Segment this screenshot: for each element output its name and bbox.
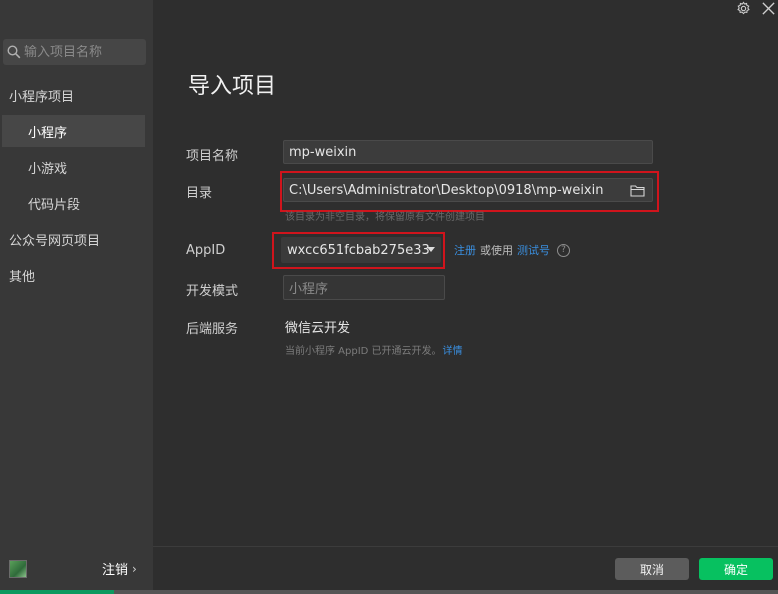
sidebar-item-minigame[interactable]: 小游戏 <box>0 151 153 183</box>
dev-mode-field: 小程序 <box>283 275 445 300</box>
project-name-input[interactable]: mp-weixin <box>283 140 653 164</box>
backend-value: 微信云开发 <box>285 321 351 336</box>
backend-hint: 当前小程序 AppID 已开通云开发。 <box>285 346 442 357</box>
avatar[interactable] <box>9 560 27 578</box>
sidebar-item-label: 小程序 <box>28 125 68 141</box>
sidebar-footer: 注销 › <box>0 552 153 584</box>
directory-input[interactable]: C:\Users\Administrator\Desktop\0918\mp-w… <box>283 178 653 202</box>
footer-divider <box>153 546 778 547</box>
chevron-right-icon: › <box>132 561 137 576</box>
gear-icon[interactable] <box>736 1 751 16</box>
search-icon <box>7 45 21 59</box>
page-title: 导入项目 <box>188 74 277 99</box>
sidebar-item-label: 代码片段 <box>28 197 81 213</box>
project-name-label: 项目名称 <box>186 149 239 164</box>
logout-button[interactable]: 注销 › <box>102 559 137 579</box>
appid-select[interactable]: wxcc651fcbab275e33 <box>281 237 441 263</box>
logout-label: 注销 <box>102 563 129 578</box>
close-icon[interactable] <box>761 1 776 16</box>
backend-detail-link[interactable]: 详情 <box>443 342 463 357</box>
sidebar: 小程序项目 小程序 小游戏 代码片段 公众号网页项目 其他 注销 › <box>0 0 153 594</box>
sidebar-item-official-account-web[interactable]: 公众号网页项目 <box>0 223 153 255</box>
chevron-down-icon <box>427 247 435 252</box>
confirm-button[interactable]: 确定 <box>699 558 773 580</box>
backend-hint-row: 当前小程序 AppID 已开通云开发。 详情 <box>285 342 463 357</box>
or-use-text: 或使用 <box>480 244 513 257</box>
backend-label: 后端服务 <box>186 322 239 337</box>
sidebar-item-label: 小程序项目 <box>9 89 75 105</box>
search-input[interactable] <box>24 44 142 60</box>
appid-value: wxcc651fcbab275e33 <box>287 242 430 258</box>
cancel-button[interactable]: 取消 <box>615 558 689 580</box>
dev-mode-label: 开发模式 <box>186 284 239 299</box>
register-link[interactable]: 注册 <box>454 242 476 258</box>
folder-icon[interactable] <box>630 184 645 197</box>
appid-label: AppID <box>186 243 226 258</box>
test-account-link[interactable]: 测试号 <box>517 242 550 258</box>
directory-label: 目录 <box>186 186 213 201</box>
help-icon[interactable]: ? <box>557 243 570 257</box>
project-search[interactable] <box>3 39 146 65</box>
sidebar-item-label: 公众号网页项目 <box>9 233 101 249</box>
sidebar-item-other[interactable]: 其他 <box>0 259 153 291</box>
appid-links: 注册 或使用 测试号 ? <box>454 242 570 258</box>
directory-hint: 该目录为非空目录，将保留原有文件创建项目 <box>285 212 485 223</box>
sidebar-item-label: 其他 <box>9 269 36 285</box>
bottom-accent-bar <box>0 590 114 594</box>
sidebar-item-miniprogram-projects[interactable]: 小程序项目 <box>0 79 153 111</box>
sidebar-item-label: 小游戏 <box>28 161 68 177</box>
sidebar-item-code-snippet[interactable]: 代码片段 <box>0 187 153 219</box>
dev-mode-value: 小程序 <box>289 282 329 297</box>
sidebar-item-miniprogram[interactable]: 小程序 <box>2 115 145 147</box>
bottom-strip <box>0 590 778 594</box>
project-name-value: mp-weixin <box>289 144 357 160</box>
directory-value: C:\Users\Administrator\Desktop\0918\mp-w… <box>289 182 604 198</box>
